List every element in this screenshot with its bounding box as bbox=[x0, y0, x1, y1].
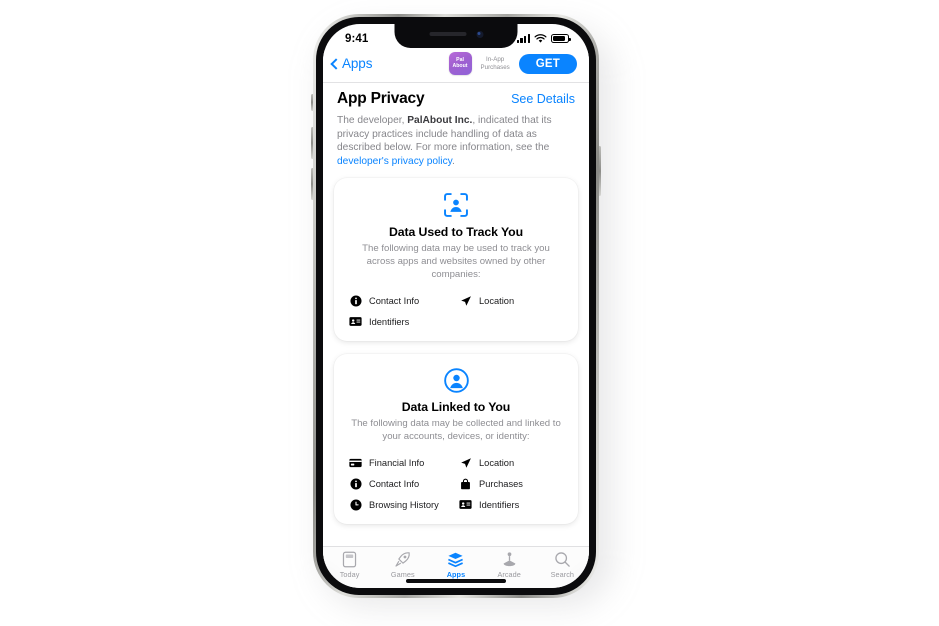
get-button[interactable]: GET bbox=[518, 53, 577, 74]
list-item-label: Contact Info bbox=[369, 295, 420, 306]
tab-arcade[interactable]: Arcade bbox=[484, 551, 534, 579]
in-app-purchases-line2: Purchases bbox=[480, 63, 510, 71]
cellular-bars-icon bbox=[516, 34, 530, 43]
battery-icon bbox=[551, 34, 571, 43]
info-circle-icon bbox=[349, 294, 362, 307]
card-subtitle: The following data may be used to track … bbox=[362, 243, 550, 280]
card-data-used-to-track-you: Data Used to Track You The following dat… bbox=[334, 178, 578, 342]
list-item-label: Location bbox=[479, 295, 515, 306]
credit-card-icon bbox=[349, 456, 362, 469]
track-you-icon bbox=[345, 192, 567, 218]
see-details-link[interactable]: See Details bbox=[511, 92, 575, 106]
intro-part3: . bbox=[452, 155, 455, 167]
earpiece-speaker-icon bbox=[429, 32, 466, 36]
list-item-label: Identifiers bbox=[369, 316, 410, 327]
navigation-bar: Apps Pal About In-App Purchases GET bbox=[323, 50, 589, 83]
wifi-icon bbox=[534, 33, 547, 43]
app-icon[interactable]: Pal About bbox=[448, 52, 472, 75]
card-data-linked-to-you: Data Linked to You The following data ma… bbox=[334, 354, 578, 525]
list-item: Browsing History bbox=[349, 498, 453, 511]
phone-screen: 9:41 Apps Pal About In-App Purchases GET… bbox=[323, 24, 589, 588]
page-title-row: App Privacy See Details bbox=[323, 83, 589, 111]
list-item-label: Browsing History bbox=[369, 499, 439, 510]
iphone-device-frame: 9:41 Apps Pal About In-App Purchases GET… bbox=[313, 14, 599, 598]
home-indicator[interactable] bbox=[406, 579, 506, 583]
privacy-intro-text: The developer, PalAbout Inc., indicated … bbox=[323, 111, 589, 168]
card-title: Data Linked to You bbox=[401, 400, 511, 415]
rocket-icon bbox=[395, 552, 411, 567]
list-item: Location bbox=[459, 294, 563, 307]
location-arrow-icon bbox=[459, 294, 472, 307]
location-arrow-icon bbox=[459, 456, 472, 469]
in-app-purchases-note: In-App Purchases bbox=[481, 56, 510, 71]
list-item: Contact Info bbox=[349, 477, 453, 490]
device-notch bbox=[394, 24, 518, 48]
id-card-icon bbox=[349, 315, 362, 328]
chevron-left-icon bbox=[330, 57, 342, 70]
app-privacy-content: App Privacy See Details The developer, P… bbox=[323, 83, 589, 587]
page-title: App Privacy bbox=[337, 90, 425, 107]
front-camera-icon bbox=[476, 30, 483, 38]
data-items-grid: Contact Info Location Identifiers bbox=[345, 294, 567, 328]
nav-right-group: Pal About In-App Purchases GET bbox=[448, 52, 577, 75]
magnifier-icon bbox=[555, 552, 570, 567]
shopping-bag-icon bbox=[459, 477, 472, 490]
privacy-policy-link[interactable]: developer's privacy policy bbox=[337, 156, 452, 167]
layers-icon bbox=[448, 552, 464, 568]
list-item-label: Location bbox=[479, 457, 515, 468]
in-app-purchases-line1: In-App bbox=[486, 56, 505, 64]
card-subtitle: The following data may be collected and … bbox=[351, 418, 561, 442]
person-circle-icon bbox=[345, 368, 567, 393]
tab-label: Games bbox=[390, 570, 415, 579]
privacy-cards: Data Used to Track You The following dat… bbox=[323, 168, 589, 525]
tab-label: Arcade bbox=[497, 570, 521, 579]
tab-search[interactable]: Search bbox=[537, 551, 587, 579]
id-card-icon bbox=[459, 498, 472, 511]
list-item-label: Purchases bbox=[479, 478, 523, 489]
list-item: Identifiers bbox=[459, 498, 563, 511]
developer-name: PalAbout Inc. bbox=[407, 115, 473, 126]
list-item: Financial Info bbox=[349, 456, 453, 469]
screenshot-stage: 9:41 Apps Pal About In-App Purchases GET… bbox=[0, 0, 939, 626]
tab-apps[interactable]: Apps bbox=[431, 551, 481, 579]
list-item-label: Identifiers bbox=[479, 499, 520, 510]
intro-part1: The developer, bbox=[337, 115, 408, 126]
tab-bar: Today Games Apps Arcade Search bbox=[323, 546, 589, 588]
joystick-icon bbox=[503, 552, 516, 567]
list-item: Contact Info bbox=[349, 294, 453, 307]
list-item-label: Contact Info bbox=[369, 478, 420, 489]
tab-label: Apps bbox=[446, 570, 466, 579]
status-indicators bbox=[516, 33, 571, 44]
back-button[interactable]: Apps bbox=[330, 56, 373, 71]
list-item: Location bbox=[459, 456, 563, 469]
list-item: Identifiers bbox=[349, 315, 453, 328]
phone-bezel: 9:41 Apps Pal About In-App Purchases GET… bbox=[316, 17, 596, 595]
info-circle-icon bbox=[349, 477, 362, 490]
data-items-grid: Financial Info Location Contact Info Pur… bbox=[345, 456, 567, 511]
tab-today[interactable]: Today bbox=[325, 551, 375, 579]
card-title: Data Used to Track You bbox=[388, 225, 524, 240]
tab-label: Search bbox=[550, 570, 575, 579]
clock-icon bbox=[349, 498, 362, 511]
list-item-label: Financial Info bbox=[369, 457, 425, 468]
app-icon-line2: About bbox=[452, 62, 468, 69]
today-card-icon bbox=[342, 551, 357, 568]
back-button-label: Apps bbox=[342, 56, 373, 71]
status-time: 9:41 bbox=[345, 32, 369, 45]
list-item: Purchases bbox=[459, 477, 563, 490]
tab-label: Today bbox=[339, 570, 360, 579]
tab-games[interactable]: Games bbox=[378, 551, 428, 579]
